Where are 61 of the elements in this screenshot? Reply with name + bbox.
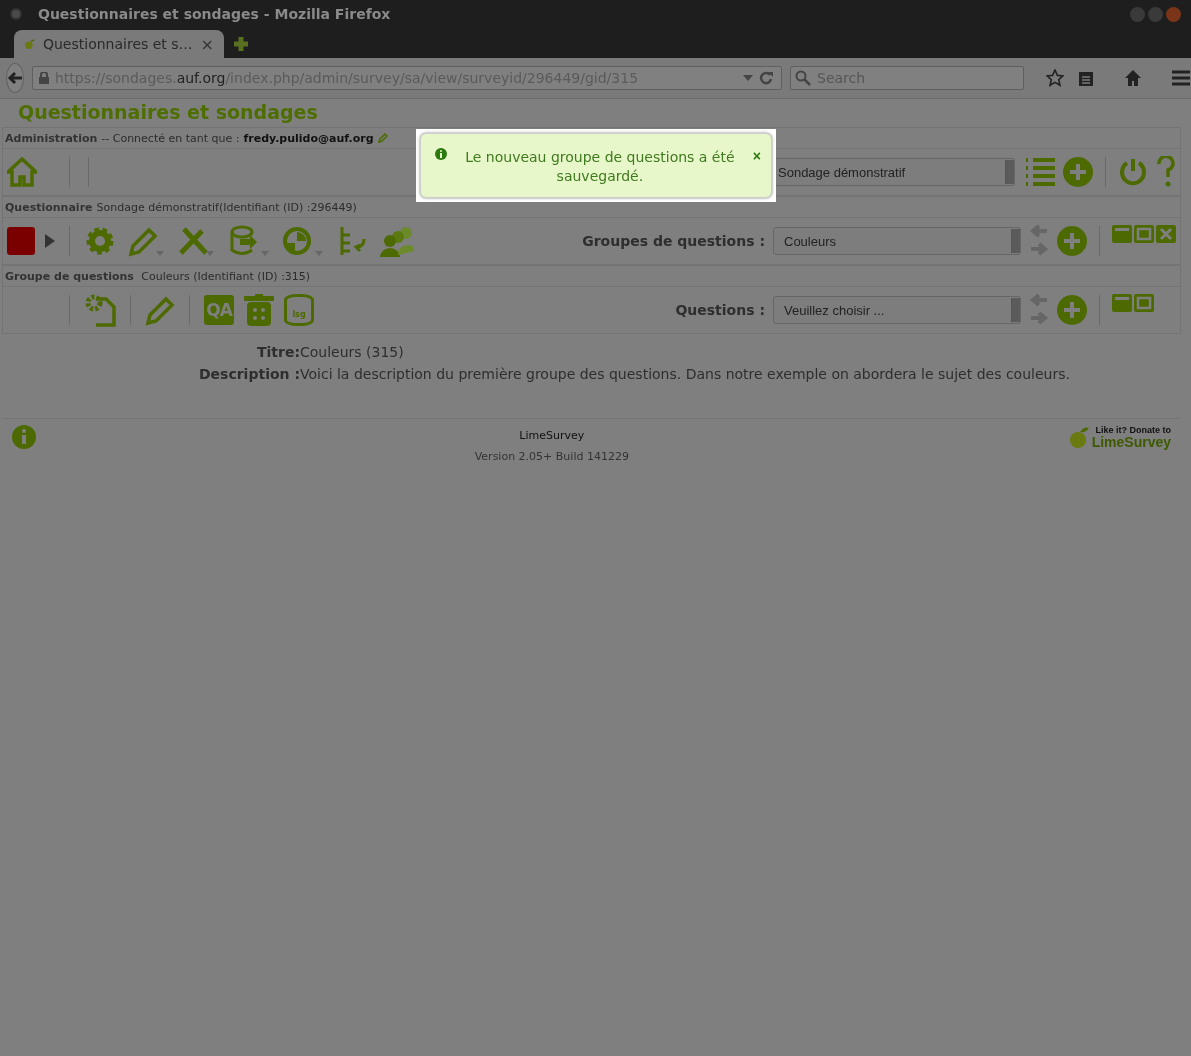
pencil-icon[interactable] <box>377 133 388 143</box>
minimize-icon[interactable] <box>1112 294 1132 312</box>
field-value: Couleurs (315) <box>300 344 405 360</box>
groups-label: Groupes de questions : <box>582 233 765 249</box>
donate-link[interactable]: Like it? Donate to LimeSurvey <box>1067 425 1171 449</box>
dropdown-caret-icon[interactable] <box>743 75 753 81</box>
export-icon[interactable] <box>228 225 272 257</box>
statistics-icon[interactable] <box>282 225 326 257</box>
play-icon[interactable] <box>45 234 55 248</box>
add-survey-icon[interactable] <box>1063 157 1093 187</box>
close-icon[interactable] <box>1156 225 1176 243</box>
version-text: Version 2.05+ Build 141229 <box>474 450 629 463</box>
tab-close-button[interactable]: × <box>200 34 214 54</box>
search-icon <box>795 70 811 86</box>
window-menu-icon[interactable] <box>10 8 22 20</box>
lock-icon <box>39 72 49 84</box>
close-button[interactable]: × <box>752 148 761 164</box>
back-arrow-icon[interactable] <box>7 71 23 85</box>
group-select[interactable]: Couleurs <box>773 227 1021 255</box>
login-text: -- Connecté en tant que : <box>101 131 240 145</box>
home-icon[interactable] <box>1124 69 1142 87</box>
bookmark-star-icon[interactable] <box>1046 69 1064 87</box>
page-title: Questionnaires et sondages <box>18 101 319 125</box>
add-question-icon[interactable] <box>1057 295 1087 325</box>
field-label: Description : <box>197 366 300 382</box>
field-label: Titre: <box>255 344 300 360</box>
info-icon[interactable] <box>435 148 447 160</box>
footer-brand[interactable]: LimeSurvey <box>519 429 585 442</box>
help-icon[interactable] <box>1156 156 1176 188</box>
maximize-icon[interactable] <box>1134 225 1154 243</box>
power-icon[interactable] <box>1118 157 1148 187</box>
minimize-button[interactable] <box>1130 6 1145 22</box>
maximize-button[interactable] <box>1148 6 1163 22</box>
maximize-icon[interactable] <box>1134 294 1154 312</box>
reading-list-icon[interactable] <box>1078 69 1094 87</box>
participants-icon[interactable] <box>380 225 416 257</box>
field-value: Voici la description du première groupe des questions. Dans notre exemple on abordera le sujet des couleurs. <box>300 366 1071 382</box>
new-tab-icon[interactable] <box>232 35 250 53</box>
window-title: Questionnaires et sondages - Mozilla Firefox <box>38 6 391 22</box>
survey-name: Sondage démonstratif(Identifiant (ID) :296449) <box>96 200 357 214</box>
question-select[interactable]: Veuillez choisir ... <box>773 296 1021 324</box>
list-icon[interactable] <box>1023 157 1055 187</box>
menu-icon[interactable] <box>1172 70 1190 86</box>
minimize-icon[interactable] <box>1112 225 1132 243</box>
notification-message: Le nouveau groupe de questions a été sauvegardé. <box>464 148 736 186</box>
reload-icon[interactable] <box>760 71 773 85</box>
user-email: fredy.pulido@auf.org <box>243 131 374 145</box>
section-label: Groupe de questions <box>5 269 134 283</box>
group-name: Couleurs (Identifiant (ID) :315) <box>140 269 311 283</box>
browser-tab[interactable]: Questionnaires et s… × <box>14 30 224 58</box>
pencil-icon[interactable] <box>145 294 175 326</box>
questions-label: Questions : <box>675 302 765 318</box>
back-button[interactable] <box>6 63 24 93</box>
lime-icon[interactable] <box>1067 425 1090 449</box>
close-button[interactable] <box>1166 6 1181 22</box>
section-label: Questionnaire <box>5 200 93 214</box>
stop-icon[interactable] <box>7 227 35 255</box>
gear-document-icon[interactable] <box>84 293 116 327</box>
trash-icon[interactable] <box>244 294 274 326</box>
add-group-icon[interactable] <box>1057 226 1087 256</box>
section-label: Administration <box>5 131 98 145</box>
